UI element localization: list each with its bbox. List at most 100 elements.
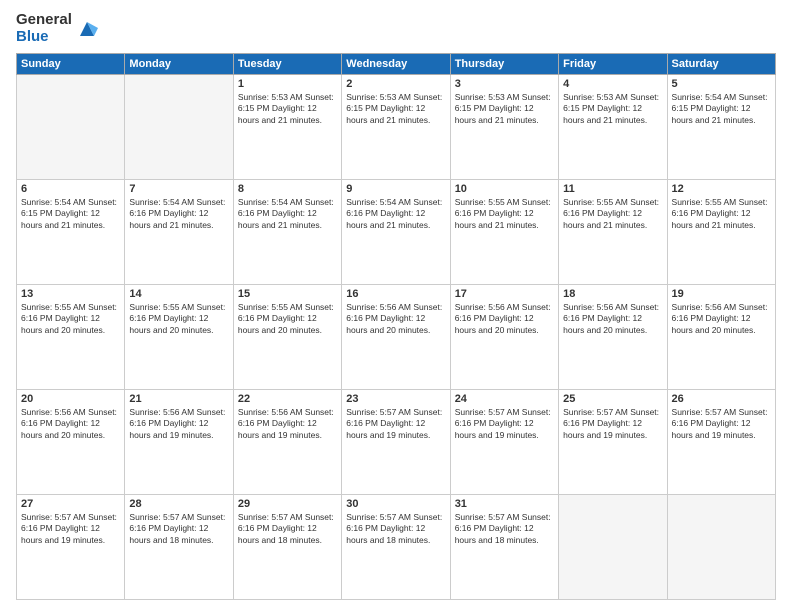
day-info: Sunrise: 5:57 AM Sunset: 6:16 PM Dayligh… <box>238 512 337 546</box>
day-number: 27 <box>21 498 120 510</box>
day-info: Sunrise: 5:53 AM Sunset: 6:15 PM Dayligh… <box>238 92 337 126</box>
day-info: Sunrise: 5:57 AM Sunset: 6:16 PM Dayligh… <box>129 512 228 546</box>
weekday-header-thursday: Thursday <box>450 54 558 75</box>
weekday-header-row: SundayMondayTuesdayWednesdayThursdayFrid… <box>17 54 776 75</box>
day-number: 28 <box>129 498 228 510</box>
calendar-cell: 24Sunrise: 5:57 AM Sunset: 6:16 PM Dayli… <box>450 390 558 495</box>
calendar-cell: 7 Sunrise: 5:54 AM Sunset: 6:16 PM Daylig… <box>125 180 233 285</box>
calendar-cell: 17 Sunrise: 5:56 AM Sunset: 6:16 PM Dayli… <box>450 285 558 390</box>
day-number: 10 <box>455 183 554 195</box>
day-info: Sunrise: 5:56 AM Sunset: 6:16 PM Dayligh… <box>129 407 228 441</box>
day-info: Sunrise: 5:55 AM Sunset: 6:16 PM Dayligh… <box>21 302 120 336</box>
day-number: 3 <box>455 78 554 90</box>
calendar-cell: 4 Sunrise: 5:53 AM Sunset: 6:15 PM Daylig… <box>559 75 667 180</box>
calendar-cell: 31 Sunrise: 5:57 AM Sunset: 6:16 PM Dayli… <box>450 495 558 600</box>
calendar-cell: 26Sunrise: 5:57 AM Sunset: 6:16 PM Dayli… <box>667 390 775 495</box>
day-info: Sunrise: 5:55 AM Sunset: 6:16 PM Dayligh… <box>238 302 337 336</box>
day-info: Sunrise: 5:53 AM Sunset: 6:15 PM Dayligh… <box>455 92 554 126</box>
day-number: 11 <box>563 183 662 195</box>
calendar-cell: 2Sunrise: 5:53 AM Sunset: 6:15 PM Daylig… <box>342 75 450 180</box>
logo-blue: Blue <box>16 29 72 46</box>
day-number: 19 <box>672 288 771 300</box>
day-number: 29 <box>238 498 337 510</box>
day-number: 26 <box>672 393 771 405</box>
day-number: 5 <box>672 78 771 90</box>
day-info: Sunrise: 5:54 AM Sunset: 6:16 PM Dayligh… <box>238 197 337 231</box>
calendar-cell <box>125 75 233 180</box>
day-info: Sunrise: 5:55 AM Sunset: 6:16 PM Dayligh… <box>129 302 228 336</box>
calendar-cell: 18 Sunrise: 5:56 AM Sunset: 6:16 PM Dayli… <box>559 285 667 390</box>
logo: General Blue <box>16 12 98 45</box>
day-info: Sunrise: 5:53 AM Sunset: 6:15 PM Dayligh… <box>563 92 662 126</box>
day-number: 9 <box>346 183 445 195</box>
calendar-cell: 22 Sunrise: 5:56 AM Sunset: 6:16 PM Dayli… <box>233 390 341 495</box>
calendar-cell: 30Sunrise: 5:57 AM Sunset: 6:16 PM Dayli… <box>342 495 450 600</box>
calendar-cell: 11Sunrise: 5:55 AM Sunset: 6:16 PM Dayli… <box>559 180 667 285</box>
day-info: Sunrise: 5:55 AM Sunset: 6:16 PM Dayligh… <box>672 197 771 231</box>
calendar-week-2: 6 Sunrise: 5:54 AM Sunset: 6:15 PM Daylig… <box>17 180 776 285</box>
day-number: 20 <box>21 393 120 405</box>
day-number: 2 <box>346 78 445 90</box>
weekday-header-tuesday: Tuesday <box>233 54 341 75</box>
calendar-cell: 25 Sunrise: 5:57 AM Sunset: 6:16 PM Dayli… <box>559 390 667 495</box>
day-number: 14 <box>129 288 228 300</box>
calendar-cell <box>17 75 125 180</box>
calendar-cell: 20Sunrise: 5:56 AM Sunset: 6:16 PM Dayli… <box>17 390 125 495</box>
day-number: 15 <box>238 288 337 300</box>
weekday-header-saturday: Saturday <box>667 54 775 75</box>
day-number: 21 <box>129 393 228 405</box>
logo-general: General <box>16 12 72 29</box>
weekday-header-sunday: Sunday <box>17 54 125 75</box>
calendar-cell: 14 Sunrise: 5:55 AM Sunset: 6:16 PM Dayli… <box>125 285 233 390</box>
calendar-cell: 16 Sunrise: 5:56 AM Sunset: 6:16 PM Dayli… <box>342 285 450 390</box>
day-info: Sunrise: 5:56 AM Sunset: 6:16 PM Dayligh… <box>455 302 554 336</box>
day-number: 18 <box>563 288 662 300</box>
calendar-table: SundayMondayTuesdayWednesdayThursdayFrid… <box>16 53 776 600</box>
logo-icon <box>76 18 98 40</box>
day-info: Sunrise: 5:54 AM Sunset: 6:16 PM Dayligh… <box>346 197 445 231</box>
day-number: 4 <box>563 78 662 90</box>
day-number: 23 <box>346 393 445 405</box>
weekday-header-monday: Monday <box>125 54 233 75</box>
calendar-cell: 19Sunrise: 5:56 AM Sunset: 6:16 PM Dayli… <box>667 285 775 390</box>
calendar-cell: 15 Sunrise: 5:55 AM Sunset: 6:16 PM Dayli… <box>233 285 341 390</box>
calendar-cell: 10 Sunrise: 5:55 AM Sunset: 6:16 PM Dayli… <box>450 180 558 285</box>
day-info: Sunrise: 5:56 AM Sunset: 6:16 PM Dayligh… <box>346 302 445 336</box>
calendar-cell: 5 Sunrise: 5:54 AM Sunset: 6:15 PM Daylig… <box>667 75 775 180</box>
day-number: 16 <box>346 288 445 300</box>
day-number: 6 <box>21 183 120 195</box>
calendar-cell: 1Sunrise: 5:53 AM Sunset: 6:15 PM Daylig… <box>233 75 341 180</box>
day-info: Sunrise: 5:54 AM Sunset: 6:15 PM Dayligh… <box>672 92 771 126</box>
day-info: Sunrise: 5:57 AM Sunset: 6:16 PM Dayligh… <box>455 407 554 441</box>
calendar-cell: 23 Sunrise: 5:57 AM Sunset: 6:16 PM Dayli… <box>342 390 450 495</box>
day-number: 25 <box>563 393 662 405</box>
calendar-week-1: 1Sunrise: 5:53 AM Sunset: 6:15 PM Daylig… <box>17 75 776 180</box>
day-number: 7 <box>129 183 228 195</box>
calendar-cell: 29 Sunrise: 5:57 AM Sunset: 6:16 PM Dayli… <box>233 495 341 600</box>
day-number: 22 <box>238 393 337 405</box>
day-number: 30 <box>346 498 445 510</box>
day-info: Sunrise: 5:54 AM Sunset: 6:16 PM Dayligh… <box>129 197 228 231</box>
day-info: Sunrise: 5:57 AM Sunset: 6:16 PM Dayligh… <box>21 512 120 546</box>
day-info: Sunrise: 5:57 AM Sunset: 6:16 PM Dayligh… <box>455 512 554 546</box>
day-info: Sunrise: 5:56 AM Sunset: 6:16 PM Dayligh… <box>563 302 662 336</box>
calendar-week-3: 13 Sunrise: 5:55 AM Sunset: 6:16 PM Dayli… <box>17 285 776 390</box>
day-info: Sunrise: 5:55 AM Sunset: 6:16 PM Dayligh… <box>455 197 554 231</box>
day-number: 13 <box>21 288 120 300</box>
calendar-cell: 8Sunrise: 5:54 AM Sunset: 6:16 PM Daylig… <box>233 180 341 285</box>
day-info: Sunrise: 5:54 AM Sunset: 6:15 PM Dayligh… <box>21 197 120 231</box>
calendar-cell <box>667 495 775 600</box>
day-number: 17 <box>455 288 554 300</box>
day-info: Sunrise: 5:57 AM Sunset: 6:16 PM Dayligh… <box>346 407 445 441</box>
page-header: General Blue <box>16 12 776 45</box>
calendar-cell: 28 Sunrise: 5:57 AM Sunset: 6:16 PM Dayli… <box>125 495 233 600</box>
calendar-cell: 13 Sunrise: 5:55 AM Sunset: 6:16 PM Dayli… <box>17 285 125 390</box>
calendar-cell: 3 Sunrise: 5:53 AM Sunset: 6:15 PM Daylig… <box>450 75 558 180</box>
calendar-week-4: 20 Sunrise: 5:56 AM Sunset: 6:16 PM Dayli… <box>17 390 776 495</box>
day-info: Sunrise: 5:57 AM Sunset: 6:16 PM Dayligh… <box>563 407 662 441</box>
calendar-cell <box>559 495 667 600</box>
day-number: 12 <box>672 183 771 195</box>
weekday-header-wednesday: Wednesday <box>342 54 450 75</box>
day-number: 31 <box>455 498 554 510</box>
day-info: Sunrise: 5:56 AM Sunset: 6:16 PM Dayligh… <box>238 407 337 441</box>
